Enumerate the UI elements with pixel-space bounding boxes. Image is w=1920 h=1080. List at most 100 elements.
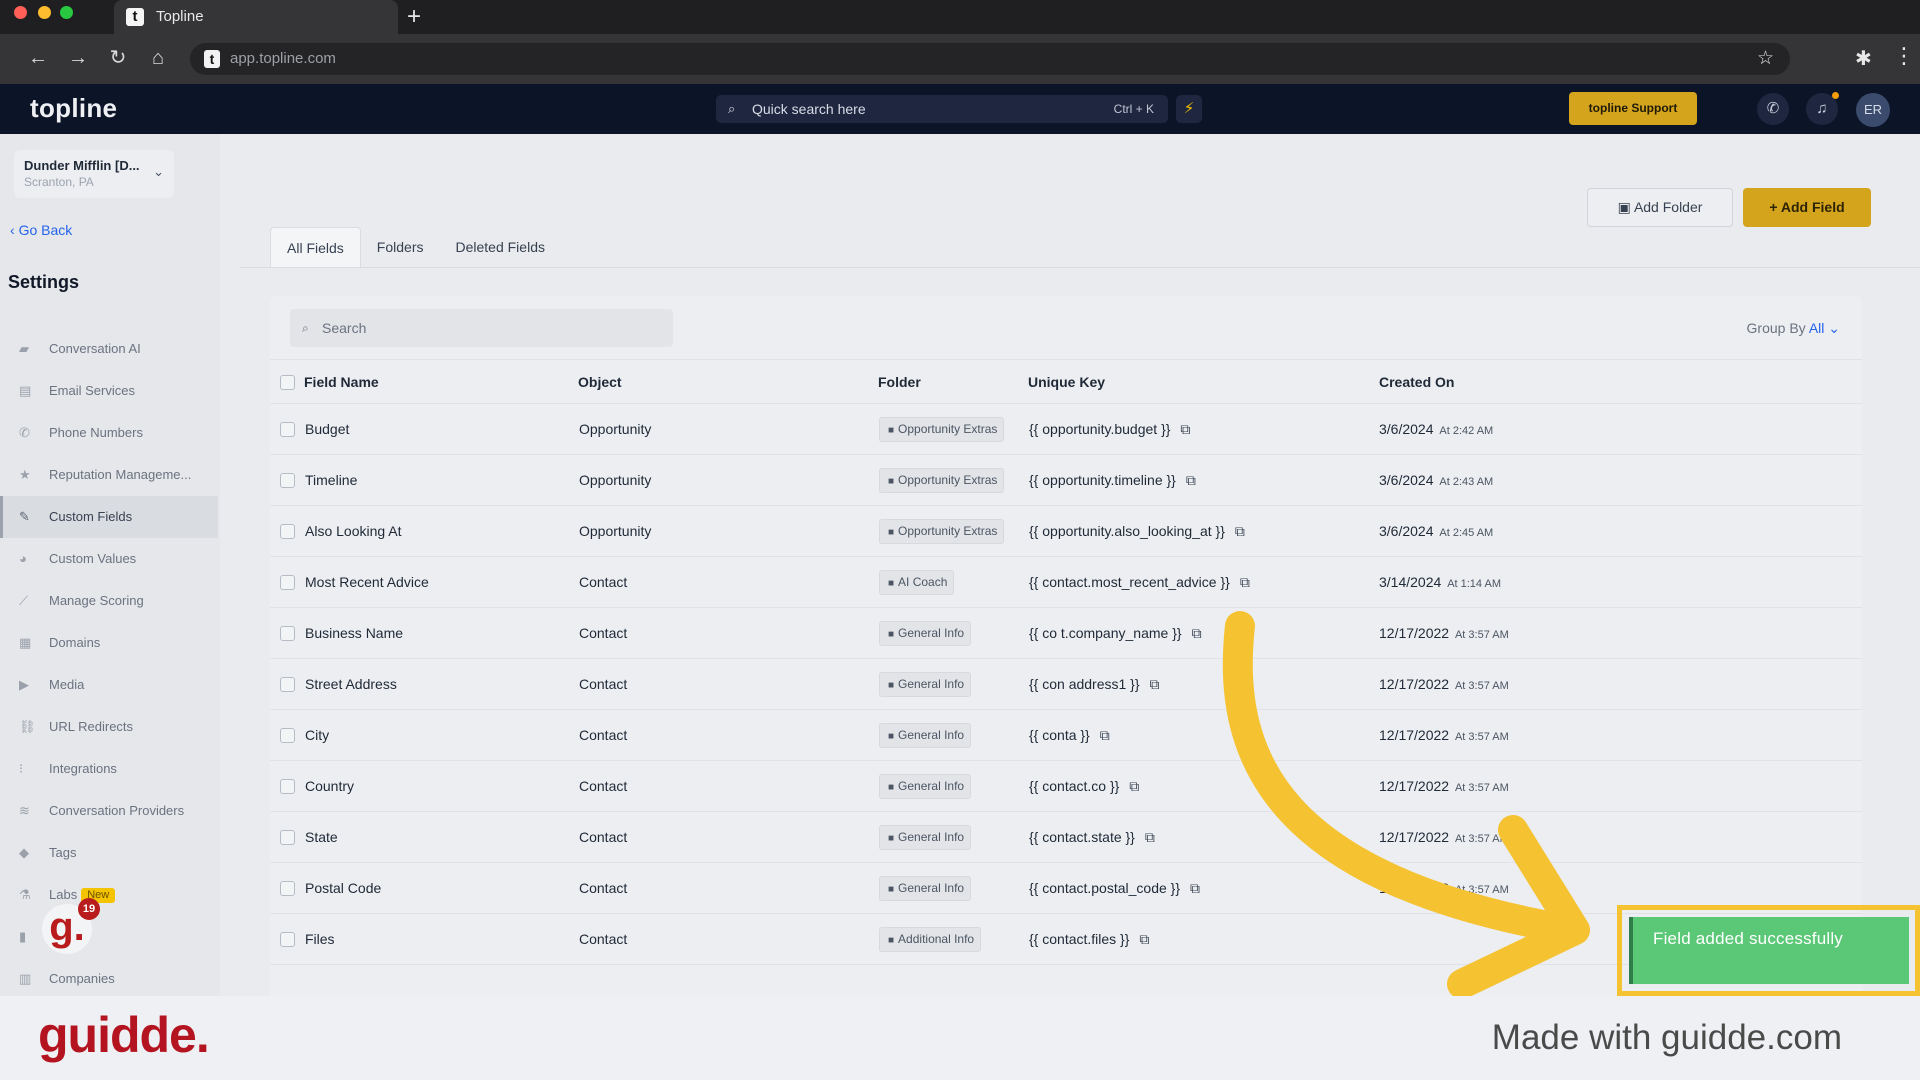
- table-row[interactable]: Timeline Opportunity ■ Opportunity Extras {{…: [270, 455, 1862, 506]
- row-checkbox[interactable]: [280, 575, 295, 590]
- sidebar-item-label: Tags: [49, 845, 77, 860]
- go-back-link[interactable]: ‹ Go Back: [10, 222, 72, 238]
- lightning-bolt-icon[interactable]: ⚡: [1176, 95, 1202, 123]
- fields-search-input[interactable]: ⌕ Search: [290, 309, 673, 347]
- copy-icon[interactable]: ⧉: [1129, 761, 1139, 812]
- support-button[interactable]: topline Support: [1569, 92, 1697, 125]
- sidebar-item-media[interactable]: ▶ Media: [0, 664, 218, 706]
- copy-icon[interactable]: ⧉: [1240, 557, 1250, 608]
- table-row[interactable]: Street Address Contact ■ General Info {{ con…: [270, 659, 1862, 710]
- table-row[interactable]: Business Name Contact ■ General Info {{ co t…: [270, 608, 1862, 659]
- folder-chip[interactable]: ■ General Info: [879, 723, 972, 748]
- sidebar-item-conversation-ai[interactable]: ▰ Conversation AI: [0, 328, 218, 370]
- bookmark-star-icon[interactable]: ☆: [1757, 43, 1774, 75]
- sidebar-item-labs[interactable]: ⚗ Labs New: [0, 874, 218, 916]
- home-icon[interactable]: ⌂: [144, 46, 172, 70]
- row-checkbox[interactable]: [280, 779, 295, 794]
- select-all-checkbox[interactable]: [280, 375, 295, 390]
- tab-deleted-fields[interactable]: Deleted Fields: [439, 227, 561, 267]
- folder-chip[interactable]: ■ Opportunity Extras: [879, 468, 1005, 493]
- unique-key: {{ conta }} ⧉: [1029, 710, 1110, 761]
- copy-icon[interactable]: ⧉: [1145, 812, 1155, 863]
- table-row[interactable]: Also Looking At Opportunity ■ Opportunity E…: [270, 506, 1862, 557]
- row-checkbox[interactable]: [280, 728, 295, 743]
- sidebar-item-phone-numbers[interactable]: ✆ Phone Numbers: [0, 412, 218, 454]
- copy-icon[interactable]: ⧉: [1150, 659, 1160, 710]
- extensions-puzzle-icon[interactable]: ✱: [1855, 46, 1872, 71]
- sidebar-item-url-redirects[interactable]: ⛓ URL Redirects: [0, 706, 218, 748]
- add-folder-button[interactable]: ▣ Add Folder: [1587, 188, 1733, 227]
- sidebar-item-conversation-providers[interactable]: ≋ Conversation Providers: [0, 790, 218, 832]
- tab-all-fields[interactable]: All Fields: [270, 227, 361, 267]
- table-row[interactable]: Most Recent Advice Contact ■ AI Coach {{ con…: [270, 557, 1862, 608]
- row-checkbox[interactable]: [280, 626, 295, 641]
- table-row[interactable]: Budget Opportunity ■ Opportunity Extras {{ o…: [270, 404, 1862, 455]
- field-name: Files: [305, 931, 335, 947]
- column-header-folder[interactable]: Folder: [878, 360, 921, 405]
- folder-chip[interactable]: ■ Opportunity Extras: [879, 417, 1005, 442]
- sidebar-item-custom-fields[interactable]: ✎ Custom Fields: [0, 496, 218, 538]
- copy-icon[interactable]: ⧉: [1192, 608, 1202, 659]
- folder-chip[interactable]: ■ AI Coach: [879, 570, 955, 595]
- sidebar-item-label: Conversation Providers: [49, 803, 185, 818]
- row-checkbox[interactable]: [280, 422, 295, 437]
- folder-chip[interactable]: ■ General Info: [879, 621, 972, 646]
- phone-icon[interactable]: ✆: [1757, 93, 1789, 125]
- window-minimize-button[interactable]: [38, 6, 51, 19]
- copy-icon[interactable]: ⧉: [1100, 710, 1110, 761]
- quick-search-input[interactable]: ⌕ Quick search here Ctrl + K: [716, 95, 1168, 123]
- row-checkbox[interactable]: [280, 524, 295, 539]
- sidebar-item-label: Conversation AI: [49, 341, 141, 356]
- add-field-button[interactable]: + Add Field: [1743, 188, 1871, 227]
- column-header-object[interactable]: Object: [578, 360, 622, 405]
- column-header-created-on[interactable]: Created On: [1379, 360, 1454, 405]
- sidebar-item-email-services[interactable]: ▤ Email Services: [0, 370, 218, 412]
- sidebar-item-tags[interactable]: ◆ Tags: [0, 832, 218, 874]
- reload-icon[interactable]: ↻: [104, 46, 132, 70]
- window-maximize-button[interactable]: [60, 6, 73, 19]
- table-row[interactable]: State Contact ■ General Info {{ contact.stat…: [270, 812, 1862, 863]
- sidebar-item-manage-scoring[interactable]: ⟋ Manage Scoring: [0, 580, 218, 622]
- sidebar-item-integrations[interactable]: ⁝ Integrations: [0, 748, 218, 790]
- group-by-dropdown[interactable]: Group By All ⌄: [1747, 309, 1840, 347]
- row-checkbox[interactable]: [280, 932, 295, 947]
- copy-icon[interactable]: ⧉: [1139, 914, 1149, 965]
- copy-icon[interactable]: ⧉: [1180, 404, 1190, 455]
- sidebar-item-domains[interactable]: ▦ Domains: [0, 622, 218, 664]
- sidebar-item-companies[interactable]: ▥ Companies: [0, 958, 218, 1000]
- back-arrow-icon[interactable]: ←: [24, 46, 52, 70]
- column-header-unique-key[interactable]: Unique Key: [1028, 360, 1105, 405]
- folder-chip[interactable]: ■ General Info: [879, 825, 972, 850]
- brand-logo[interactable]: topline: [30, 93, 117, 124]
- address-bar[interactable]: t app.topline.com ☆: [190, 43, 1790, 75]
- folder-chip[interactable]: ■ Additional Info: [879, 927, 982, 952]
- field-object: Opportunity: [579, 472, 652, 488]
- account-switcher[interactable]: Dunder Mifflin [D... Scranton, PA ⌄: [14, 150, 174, 198]
- folder-chip[interactable]: ■ General Info: [879, 672, 972, 697]
- sidebar-item-custom-values[interactable]: ◕ Custom Values: [0, 538, 218, 580]
- sidebar-item-ogs[interactable]: ▮ogs: [0, 916, 218, 958]
- guidde-footer: guidde. Made with guidde.com: [0, 996, 1920, 1080]
- new-tab-button[interactable]: +: [407, 2, 421, 32]
- table-row[interactable]: Country Contact ■ General Info {{ contact.co…: [270, 761, 1862, 812]
- copy-icon[interactable]: ⧉: [1235, 506, 1245, 557]
- browser-tab[interactable]: t Topline: [114, 0, 398, 34]
- table-row[interactable]: City Contact ■ General Info {{ conta }} ⧉ 12/1…: [270, 710, 1862, 761]
- folder-chip[interactable]: ■ General Info: [879, 876, 972, 901]
- folder-chip[interactable]: ■ General Info: [879, 774, 972, 799]
- row-checkbox[interactable]: [280, 881, 295, 896]
- forward-arrow-icon[interactable]: →: [64, 46, 92, 70]
- browser-menu-icon[interactable]: ⋮: [1893, 44, 1915, 68]
- copy-icon[interactable]: ⧉: [1186, 455, 1196, 506]
- copy-icon[interactable]: ⧉: [1190, 863, 1200, 914]
- window-close-button[interactable]: [14, 6, 27, 19]
- unique-key: {{ opportunity.budget }} ⧉: [1029, 404, 1190, 455]
- row-checkbox[interactable]: [280, 473, 295, 488]
- row-checkbox[interactable]: [280, 830, 295, 845]
- tab-folders[interactable]: Folders: [361, 227, 440, 267]
- avatar[interactable]: ER: [1856, 93, 1890, 127]
- sidebar-item-reputation-manageme[interactable]: ★ Reputation Manageme...: [0, 454, 218, 496]
- row-checkbox[interactable]: [280, 677, 295, 692]
- column-header-field-name[interactable]: Field Name: [304, 360, 379, 405]
- folder-chip[interactable]: ■ Opportunity Extras: [879, 519, 1005, 544]
